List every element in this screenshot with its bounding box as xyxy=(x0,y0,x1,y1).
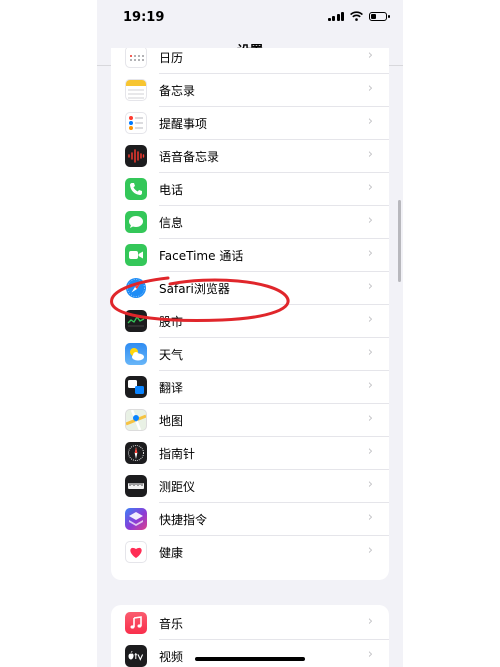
settings-row-health[interactable]: 健康 › xyxy=(111,536,389,569)
settings-row-label: 翻译 xyxy=(159,381,184,395)
chevron-right-icon: › xyxy=(367,312,373,327)
notes-icon xyxy=(125,79,147,101)
voice-memos-icon xyxy=(125,145,147,167)
settings-row-maps[interactable]: 地图 › xyxy=(111,404,389,437)
compass-icon xyxy=(125,442,147,464)
messages-icon xyxy=(125,211,147,233)
chevron-right-icon: › xyxy=(367,147,373,162)
settings-row-measure[interactable]: 测距仪 › xyxy=(111,470,389,503)
settings-row-label: 日历 xyxy=(159,51,184,65)
tv-icon xyxy=(125,645,147,667)
calendar-icon xyxy=(125,48,147,68)
settings-row-label: 天气 xyxy=(159,348,184,362)
settings-row-label: 语音备忘录 xyxy=(159,150,220,164)
settings-row-label: 备忘录 xyxy=(159,84,196,98)
settings-row-label: 健康 xyxy=(159,546,184,560)
chevron-right-icon: › xyxy=(367,444,373,459)
settings-row-label: 视频 xyxy=(159,650,184,664)
chevron-right-icon: › xyxy=(367,378,373,393)
health-icon xyxy=(125,541,147,563)
maps-icon xyxy=(125,409,147,431)
chevron-right-icon: › xyxy=(367,614,373,629)
chevron-right-icon: › xyxy=(367,477,373,492)
chevron-right-icon: › xyxy=(367,647,373,662)
settings-row-notes[interactable]: 备忘录 › xyxy=(111,74,389,107)
settings-row-label: FaceTime 通话 xyxy=(159,249,244,263)
chevron-right-icon: › xyxy=(367,81,373,96)
settings-row-voice-memos[interactable]: 语音备忘录 › xyxy=(111,140,389,173)
settings-row-compass[interactable]: 指南针 › xyxy=(111,437,389,470)
battery-icon xyxy=(369,11,390,21)
measure-icon xyxy=(125,475,147,497)
settings-row-stocks[interactable]: 股市 › xyxy=(111,305,389,338)
settings-row-weather[interactable]: 天气 › xyxy=(111,338,389,371)
home-indicator[interactable] xyxy=(195,657,305,661)
settings-row-calendar[interactable]: 日历 › xyxy=(111,48,389,74)
safari-icon xyxy=(125,277,147,299)
facetime-icon xyxy=(125,244,147,266)
settings-row-translate[interactable]: 翻译 › xyxy=(111,371,389,404)
settings-row-shortcuts[interactable]: 快捷指令 › xyxy=(111,503,389,536)
settings-row-tv[interactable]: 视频 › xyxy=(111,640,389,667)
settings-row-label: 地图 xyxy=(159,414,184,428)
settings-row-safari[interactable]: Safari浏览器 › xyxy=(111,272,389,305)
scroll-indicator[interactable] xyxy=(398,200,401,282)
settings-row-reminders[interactable]: 提醒事项 › xyxy=(111,107,389,140)
settings-row-label: 电话 xyxy=(159,183,184,197)
cellular-signal-icon xyxy=(327,11,344,21)
chevron-right-icon: › xyxy=(367,345,373,360)
settings-screen: 19:19 设置 xyxy=(97,0,403,667)
settings-row-label: 提醒事项 xyxy=(159,117,208,131)
settings-row-messages[interactable]: 信息 › xyxy=(111,206,389,239)
settings-row-label: 音乐 xyxy=(159,617,184,631)
settings-row-label: 指南针 xyxy=(159,447,196,461)
chevron-right-icon: › xyxy=(367,213,373,228)
settings-row-label: 股市 xyxy=(159,315,184,329)
settings-row-music[interactable]: 音乐 › xyxy=(111,607,389,640)
settings-group-apps: 日历 › 备忘录 › 提醒事项 › 语音备忘录 › 电话 › 信息 › Face… xyxy=(111,48,389,580)
shortcuts-icon xyxy=(125,508,147,530)
status-bar: 19:19 xyxy=(97,0,403,34)
wifi-icon xyxy=(350,11,363,21)
chevron-right-icon: › xyxy=(367,411,373,426)
stocks-icon xyxy=(125,310,147,332)
music-icon xyxy=(125,612,147,634)
settings-row-label: 信息 xyxy=(159,216,184,230)
status-icons xyxy=(327,11,390,21)
chevron-right-icon: › xyxy=(367,543,373,558)
chevron-right-icon: › xyxy=(367,114,373,129)
status-time: 19:19 xyxy=(123,10,165,25)
phone-icon xyxy=(125,178,147,200)
settings-row-facetime[interactable]: FaceTime 通话 › xyxy=(111,239,389,272)
settings-row-label: Safari浏览器 xyxy=(159,282,230,296)
settings-row-label: 测距仪 xyxy=(159,480,196,494)
chevron-right-icon: › xyxy=(367,246,373,261)
reminders-icon xyxy=(125,112,147,134)
translate-icon xyxy=(125,376,147,398)
chevron-right-icon: › xyxy=(367,180,373,195)
settings-row-label: 快捷指令 xyxy=(159,513,208,527)
chevron-right-icon: › xyxy=(367,279,373,294)
chevron-right-icon: › xyxy=(367,48,373,63)
settings-row-phone[interactable]: 电话 › xyxy=(111,173,389,206)
weather-icon xyxy=(125,343,147,365)
battery-fill xyxy=(371,13,376,19)
chevron-right-icon: › xyxy=(367,510,373,525)
